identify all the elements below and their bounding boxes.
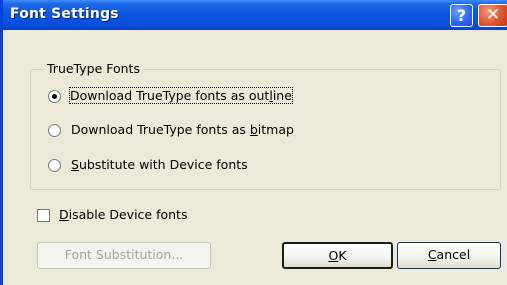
button-label: ancel xyxy=(436,247,471,262)
label-text: isable Device fonts xyxy=(68,207,188,222)
label-text: Download TrueType fonts as xyxy=(71,122,250,137)
group-legend: TrueType Fonts xyxy=(44,61,143,76)
button-label: Font Substitution... xyxy=(64,247,184,262)
disable-device-fonts-checkbox[interactable] xyxy=(37,209,50,222)
button-label: K xyxy=(338,248,347,263)
window-title: Font Settings xyxy=(10,6,119,22)
help-icon: ? xyxy=(456,6,467,25)
label-text: ine xyxy=(272,88,292,103)
access-key: D xyxy=(59,207,69,222)
access-key: S xyxy=(71,157,79,172)
close-button[interactable]: ✕ xyxy=(478,4,507,27)
close-icon: ✕ xyxy=(485,5,501,25)
cancel-button[interactable]: Cancel xyxy=(397,242,501,269)
access-key: b xyxy=(249,122,258,137)
option-substitute-device-label[interactable]: Substitute with Device fonts xyxy=(71,157,248,172)
disable-device-fonts-label[interactable]: Disable Device fonts xyxy=(59,207,187,222)
option-download-bitmap-label[interactable]: Download TrueType fonts as bitmap xyxy=(71,122,294,137)
label-text: out xyxy=(248,88,270,103)
font-substitution-button: Font Substitution... xyxy=(37,242,211,269)
access-key: O xyxy=(328,248,339,263)
label-text: itmap xyxy=(257,122,294,137)
radio-substitute-device[interactable] xyxy=(48,159,61,172)
label-text: ubstitute with Device fonts xyxy=(78,157,248,172)
label-text: Download TrueType fonts as xyxy=(70,88,249,103)
help-button[interactable]: ? xyxy=(450,4,473,27)
font-settings-dialog: Font Settings ? ✕ TrueType Fonts Downloa… xyxy=(0,0,507,285)
ok-button[interactable]: OK xyxy=(282,242,393,269)
radio-download-bitmap[interactable] xyxy=(48,124,61,137)
access-key: C xyxy=(427,247,437,262)
option-download-outline-label[interactable]: Download TrueType fonts as outline xyxy=(69,87,293,104)
title-bar[interactable]: Font Settings ? ✕ xyxy=(3,0,507,30)
radio-download-outline[interactable] xyxy=(48,90,61,103)
